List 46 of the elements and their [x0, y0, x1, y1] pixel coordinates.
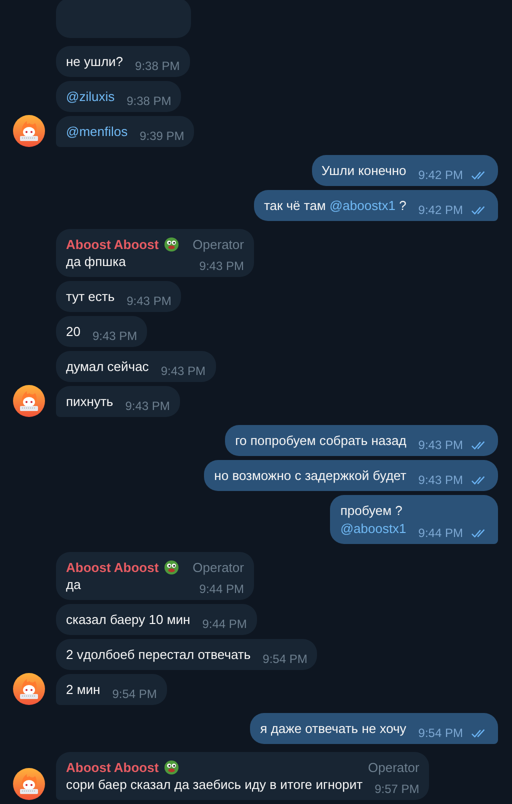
mention-link[interactable]: @aboostx1 — [329, 198, 396, 213]
message-time: 9:54 PM — [418, 725, 463, 741]
sender-name[interactable]: Aboost Aboost — [66, 559, 159, 576]
message-text: но возможно с задержкой будет — [214, 467, 406, 485]
message-text: да — [66, 576, 81, 594]
sender-name[interactable]: Aboost Aboost — [66, 236, 159, 253]
mention-link[interactable]: @ziluxis — [66, 89, 115, 104]
message-text: 20 — [66, 323, 80, 341]
message-time: 9:43 PM — [418, 472, 463, 488]
mention-link[interactable]: @aboostx1 — [340, 521, 406, 536]
message-time: 9:43 PM — [126, 293, 172, 309]
message-time: 9:44 PM — [199, 581, 244, 597]
message-time: 9:42 PM — [418, 167, 463, 183]
message-text: 2 vдолбоеб перестал отвечать — [66, 646, 251, 664]
message-text: так чё там @aboostx1 ? — [264, 197, 406, 215]
message-text: пробуем ? @aboostx1 — [340, 502, 406, 538]
message-text: тут есть — [66, 288, 115, 306]
message-time: 9:38 PM — [126, 93, 172, 109]
message-time: 9:43 PM — [92, 328, 138, 344]
message-time: 9:54 PM — [262, 651, 308, 667]
role-label: Operator — [192, 236, 244, 253]
message-text: 2 мин — [66, 681, 100, 699]
message-time: 9:39 PM — [140, 128, 184, 144]
mention-link[interactable]: @menfilos — [66, 124, 128, 139]
message-text: да фпшка — [66, 253, 126, 271]
message-time: 9:44 PM — [202, 616, 247, 632]
message-time: 9:43 PM — [125, 398, 170, 414]
message-text: го попробуем собрать назад — [235, 432, 406, 450]
message-time: 9:43 PM — [160, 363, 206, 379]
message-text: сказал баеру 10 мин — [66, 611, 190, 629]
message-text: пихнуть — [66, 393, 114, 411]
message-time: 9:43 PM — [199, 258, 244, 274]
message-time: 9:38 PM — [135, 58, 180, 74]
message-time: 9:44 PM — [418, 525, 463, 541]
message-text: думал сейчас — [66, 358, 149, 376]
message-time: 9:54 PM — [112, 686, 157, 702]
message-time: 9:57 PM — [374, 781, 420, 797]
message-text: я даже отвечать не хочу — [260, 720, 406, 738]
message-text: Ушли конечно — [322, 162, 406, 180]
message-text: не ушли? — [66, 53, 124, 71]
role-label: Operator — [192, 559, 244, 576]
message-time: 9:43 PM — [418, 437, 463, 453]
message-time: 9:42 PM — [418, 202, 463, 218]
message-text: сори баер сказал да заебись иду в итоге игнорит — [66, 776, 363, 794]
role-label: Operator — [368, 759, 420, 776]
sender-name[interactable]: Aboost Aboost — [66, 759, 159, 776]
